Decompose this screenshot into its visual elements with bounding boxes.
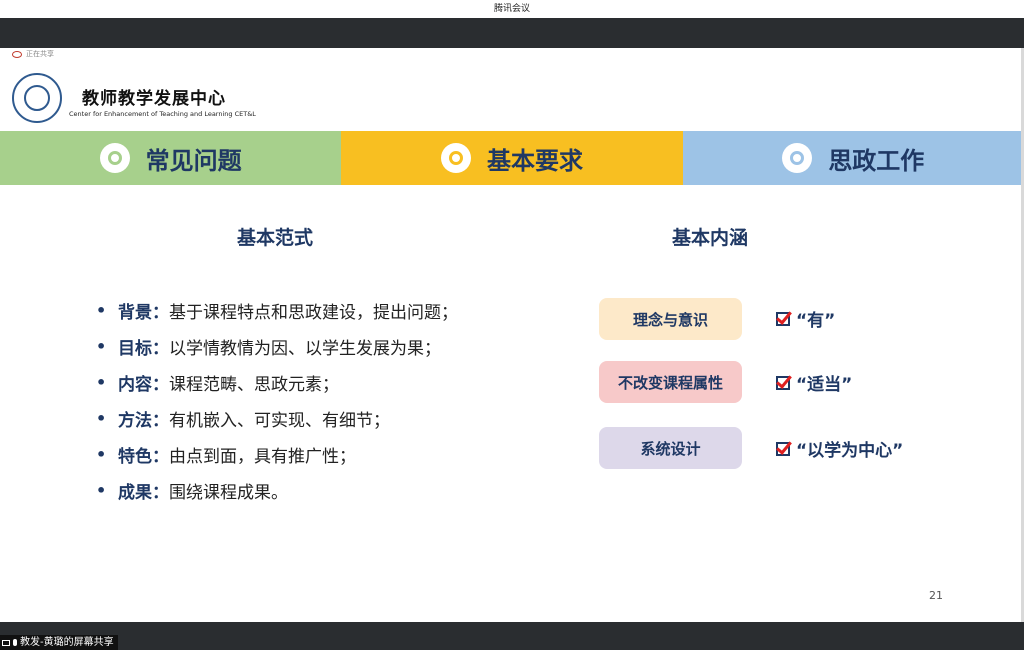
- shared-slide: 正在共享 教师教学发展中心 Center for Enhancement of …: [0, 48, 1024, 622]
- bullet-key: 目标：: [118, 338, 169, 359]
- tab-label: 基本要求: [486, 146, 583, 175]
- share-indicator-label: 正在共享: [26, 50, 54, 58]
- list-item: • 背景： 基于课程特点和思政建设，提出问题；: [96, 292, 458, 328]
- paradigm-list: • 背景： 基于课程特点和思政建设，提出问题； • 目标： 以学情教情为因、以学…: [96, 292, 458, 508]
- checkbox-checked-icon: [776, 375, 790, 390]
- bullet-marker: •: [96, 480, 107, 500]
- check-item: “以学为中心”: [776, 436, 903, 461]
- tab-ideological-work: 思政工作: [682, 131, 1024, 185]
- slide-tab-strip: 常见问题 基本要求 思政工作: [0, 131, 1024, 185]
- list-item: • 方法： 有机嵌入、可实现、有细节；: [96, 400, 458, 436]
- shutter-icon: [782, 143, 813, 173]
- university-logo: [12, 73, 62, 123]
- bullet-marker: •: [96, 444, 107, 464]
- org-title: 教师教学发展中心: [82, 89, 226, 109]
- share-indicator: 正在共享: [12, 49, 54, 59]
- bullet-marker: •: [96, 336, 107, 356]
- tab-label: 常见问题: [145, 146, 242, 175]
- check-label: “适当”: [796, 375, 853, 395]
- bullet-value: 由点到面，具有推广性；: [169, 446, 356, 467]
- eye-icon: [12, 50, 22, 58]
- concept-box-system-design: 系统设计: [599, 427, 742, 469]
- meeting-toolbar: [0, 18, 1024, 48]
- bullet-key: 背景：: [118, 302, 169, 323]
- bullet-marker: •: [96, 408, 107, 428]
- section-heading-connotation: 基本内涵: [672, 227, 749, 249]
- bullet-value: 以学情教情为因、以学生发展为果；: [169, 338, 441, 359]
- bullet-marker: •: [96, 300, 107, 320]
- list-item: • 成果： 围绕课程成果。: [96, 472, 458, 508]
- concept-box-course-attribute: 不改变课程属性: [599, 361, 742, 403]
- bullet-key: 内容：: [118, 374, 169, 395]
- screen-icon: [2, 639, 10, 646]
- bullet-value: 课程范畴、思政元素；: [169, 374, 339, 395]
- bullet-key: 特色：: [118, 446, 169, 467]
- bullet-key: 成果：: [118, 482, 169, 503]
- list-item: • 特色： 由点到面，具有推广性；: [96, 436, 458, 472]
- check-label: “有”: [796, 311, 836, 331]
- screen-share-name: 教发-黄璐的屏幕共享: [20, 637, 114, 648]
- bullet-value: 基于课程特点和思政建设，提出问题；: [169, 302, 458, 323]
- check-label: “以学为中心”: [796, 441, 904, 461]
- bullet-key: 方法：: [118, 410, 169, 431]
- window-title: 腾讯会议: [0, 0, 1024, 18]
- tab-basic-requirements: 基本要求: [341, 131, 683, 185]
- screen-share-label[interactable]: 教发-黄璐的屏幕共享: [0, 635, 118, 650]
- list-item: • 内容： 课程范畴、思政元素；: [96, 364, 458, 400]
- tab-common-issues: 常见问题: [0, 131, 342, 185]
- bullet-value: 有机嵌入、可实现、有细节；: [169, 410, 390, 431]
- check-item: “有”: [776, 306, 835, 331]
- microphone-icon: [13, 639, 17, 646]
- checkbox-checked-icon: [776, 441, 790, 456]
- slide-page-number: 21: [929, 589, 943, 602]
- tab-label: 思政工作: [828, 146, 925, 175]
- checkbox-checked-icon: [776, 311, 790, 326]
- bullet-value: 围绕课程成果。: [169, 482, 288, 503]
- shutter-icon: [440, 143, 471, 173]
- concept-box-awareness: 理念与意识: [599, 298, 742, 340]
- org-subtitle: Center for Enhancement of Teaching and L…: [69, 110, 256, 118]
- check-item: “适当”: [776, 370, 852, 395]
- section-heading-paradigm: 基本范式: [237, 227, 314, 249]
- bullet-marker: •: [96, 372, 107, 392]
- list-item: • 目标： 以学情教情为因、以学生发展为果；: [96, 328, 458, 364]
- shutter-icon: [99, 143, 130, 173]
- meeting-bottom-bar: 教发-黄璐的屏幕共享: [0, 622, 1024, 650]
